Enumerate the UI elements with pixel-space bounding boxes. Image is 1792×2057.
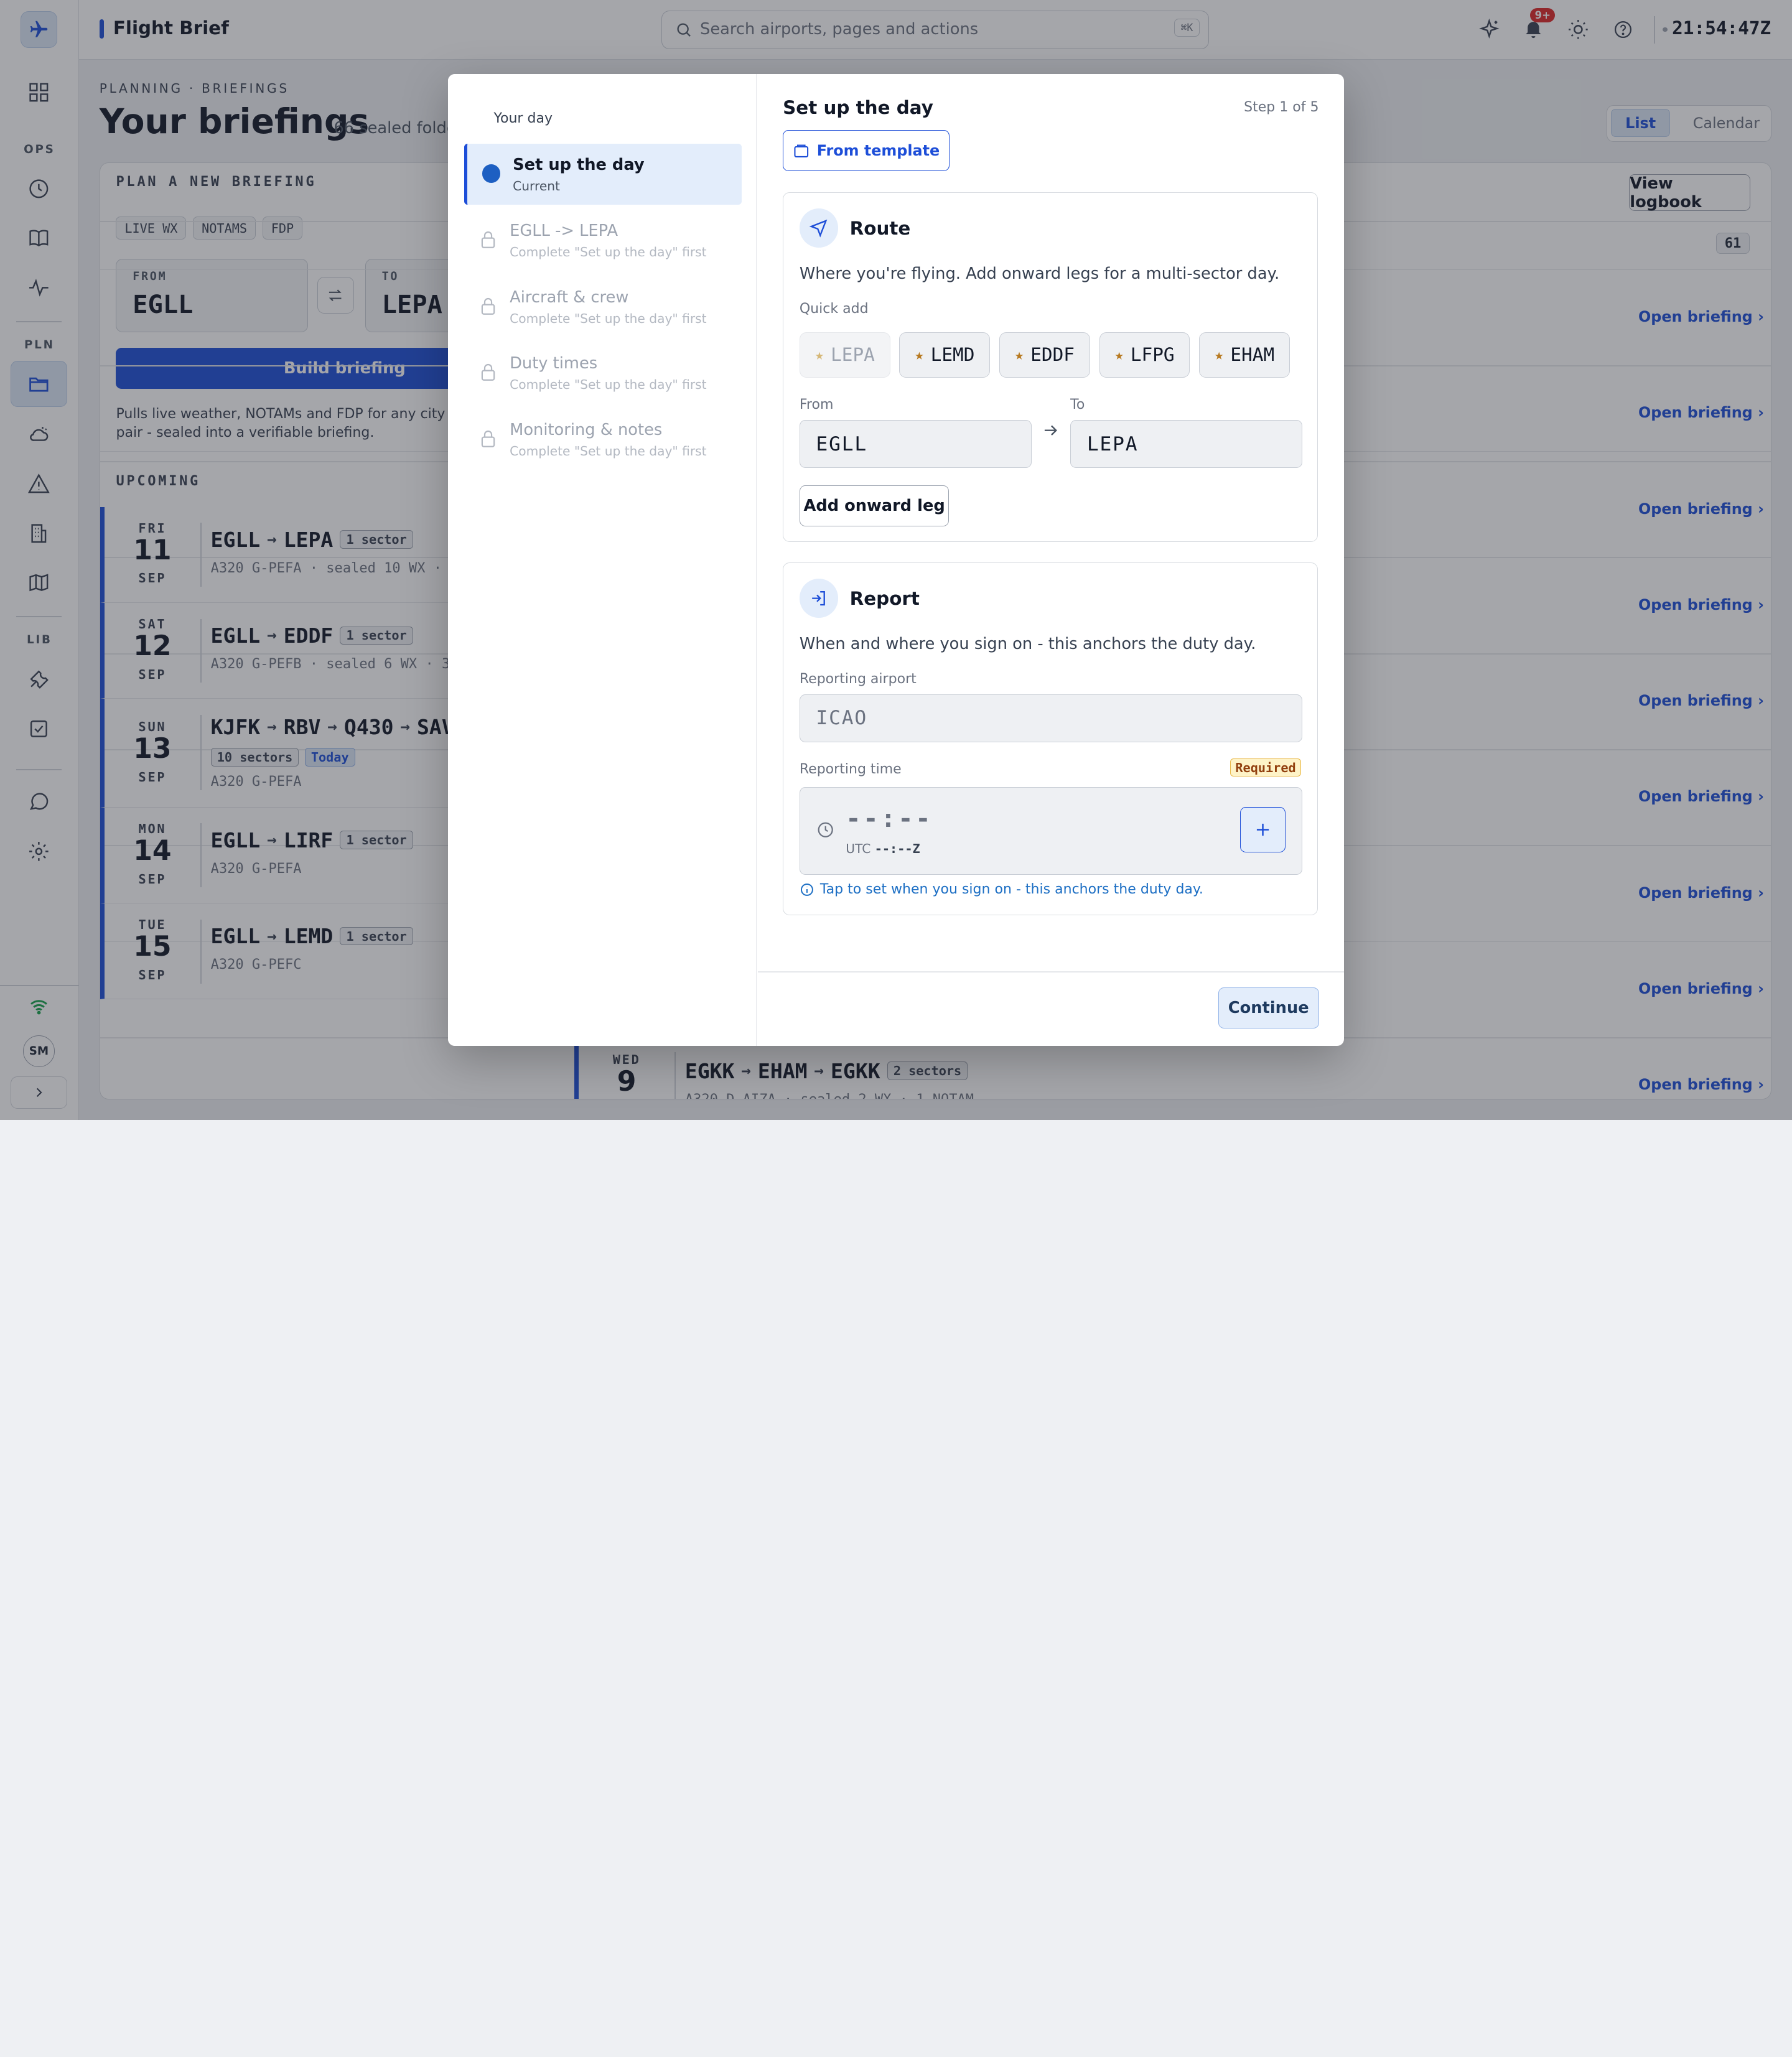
quick-add-list: ★ LEPA ★ LEMD ★ EDDF ★ LFPG ★ EHAM [799,332,1302,380]
step-subtitle: Complete "Set up the day" first [510,310,707,326]
clock-icon [816,821,834,843]
star-icon: ★ [814,346,824,364]
report-title: Report [849,588,920,610]
step-title: Monitoring & notes [510,420,663,439]
route-title: Route [849,217,911,239]
to-label: To [1070,397,1085,413]
reporting-time-label: Reporting time [799,762,902,778]
star-icon: ★ [915,346,924,364]
report-card: Report When and where you sign on - this… [783,562,1318,916]
report-description: When and where you sign on - this anchor… [799,635,1256,654]
reporting-time-field[interactable]: --:-- UTC --:--Z [799,786,1302,875]
lock-icon [478,228,498,256]
step-indicator: Step 1 of 5 [1244,99,1319,115]
from-label: From [799,397,834,413]
step-subtitle: Current [513,178,560,194]
quick-add-lfpg[interactable]: ★ LFPG [1099,332,1190,378]
lock-icon [478,361,498,388]
step-aircraft-crew: Aircraft & crew Complete "Set up the day… [464,276,742,337]
info-icon [800,883,813,896]
utc-readout: UTC --:--Z [846,841,920,856]
setup-day-modal: Your day Set up the day Current EGLL -> … [447,74,1344,1046]
lock-icon [478,295,498,322]
plus-icon [1256,823,1269,836]
quick-add-lepa[interactable]: ★ LEPA [799,332,890,378]
reporting-airport-input[interactable]: ICAO [799,694,1302,742]
add-onward-leg-button[interactable]: Add onward leg [799,485,950,526]
time-hint: Tap to set when you sign on - this ancho… [800,882,1203,897]
quick-add-lemd[interactable]: ★ LEMD [899,332,991,378]
template-icon [794,144,809,157]
reporting-time-display: --:-- [846,803,933,834]
step-duty-times: Duty times Complete "Set up the day" fir… [464,343,742,403]
step-title: Duty times [510,354,598,373]
route-description: Where you're flying. Add onward legs for… [799,264,1280,284]
star-icon: ★ [1014,346,1024,364]
route-from-input[interactable]: EGLL [799,420,1032,469]
navigation-arrow-icon [799,208,839,248]
step-title: EGLL -> LEPA [510,222,618,241]
continue-button[interactable]: Continue [1218,987,1319,1028]
set-time-plus-button[interactable] [1239,806,1286,853]
step-route: EGLL -> LEPA Complete "Set up the day" f… [464,210,742,271]
current-step-dot [482,164,500,183]
star-icon: ★ [1114,346,1124,364]
modal-title: Set up the day [783,97,933,119]
lock-icon [478,427,498,455]
step-set-up-day[interactable]: Set up the day Current [464,144,742,205]
step-subtitle: Complete "Set up the day" first [510,245,707,260]
from-template-button[interactable]: From template [783,130,950,172]
step-title: Aircraft & crew [510,287,629,307]
quick-add-eham[interactable]: ★ EHAM [1199,332,1290,378]
step-monitoring-notes: Monitoring & notes Complete "Set up the … [464,409,742,470]
step-subtitle: Complete "Set up the day" first [510,443,707,459]
route-to-input[interactable]: LEPA [1070,420,1302,469]
quick-add-label: Quick add [799,301,869,317]
sign-in-icon [799,579,839,618]
route-card: Route Where you're flying. Add onward le… [783,192,1318,542]
required-badge: Required [1230,758,1301,777]
modal-footer-divider [757,971,1344,973]
step-subtitle: Complete "Set up the day" first [510,377,707,393]
stepper-heading: Your day [493,111,553,127]
arrow-right-icon [1042,421,1060,444]
stepper: Your day Set up the day Current EGLL -> … [447,74,757,1046]
modal-content: Set up the day Step 1 of 5 From template… [757,74,1344,1045]
quick-add-eddf[interactable]: ★ EDDF [999,332,1090,378]
star-icon: ★ [1215,346,1224,364]
reporting-airport-label: Reporting airport [799,671,917,688]
step-title: Set up the day [513,155,645,174]
